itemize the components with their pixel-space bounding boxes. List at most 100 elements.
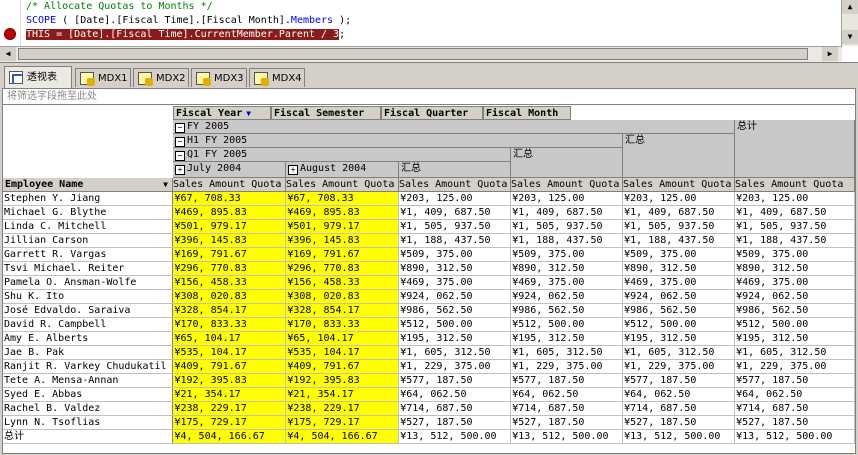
value-cell[interactable]: ¥13, 512, 500.00	[622, 429, 736, 444]
value-cell[interactable]: ¥986, 562.50	[398, 303, 512, 318]
value-cell[interactable]: ¥509, 375.00	[622, 247, 736, 262]
value-cell[interactable]: ¥714, 687.50	[734, 401, 855, 416]
value-cell[interactable]: ¥1, 505, 937.50	[622, 219, 736, 234]
employee-name-cell[interactable]: José Edvaldo. Saraiva	[3, 303, 174, 318]
value-cell[interactable]: ¥203, 125.00	[398, 192, 512, 206]
value-cell[interactable]: ¥512, 500.00	[622, 317, 736, 332]
horizontal-scroll-thumb[interactable]	[18, 48, 808, 60]
code-line[interactable]: /* Allocate Quotas to Months */	[26, 0, 806, 14]
tab-mdx1[interactable]: MDX1	[75, 68, 131, 87]
value-cell[interactable]: ¥409, 791.67	[285, 359, 400, 374]
employee-name-cell[interactable]: Amy E. Alberts	[3, 331, 174, 346]
filter-drop-zone[interactable]: 将筛选字段拖至此处	[3, 89, 855, 105]
value-cell[interactable]: ¥509, 375.00	[734, 247, 855, 262]
employee-name-cell[interactable]: Tsvi Michael. Reiter	[3, 261, 174, 276]
tab-mdx2[interactable]: MDX2	[133, 68, 189, 87]
value-cell[interactable]: ¥501, 979.17	[172, 219, 287, 234]
field-fiscal-year[interactable]: Fiscal Year ▼	[173, 106, 271, 120]
value-cell[interactable]: ¥924, 062.50	[398, 289, 512, 304]
value-cell[interactable]: ¥1, 505, 937.50	[398, 219, 512, 234]
field-employee-name[interactable]: Employee Name ▼	[3, 178, 173, 192]
value-cell[interactable]: ¥469, 375.00	[622, 275, 736, 290]
value-cell[interactable]: ¥469, 895.83	[172, 205, 287, 220]
value-cell[interactable]: ¥469, 375.00	[398, 275, 512, 290]
value-cell[interactable]: ¥192, 395.83	[285, 373, 400, 388]
collapse-icon[interactable]: −	[175, 123, 185, 133]
value-cell[interactable]: ¥527, 187.50	[622, 415, 736, 430]
value-cell[interactable]: ¥924, 062.50	[622, 289, 736, 304]
value-cell[interactable]: ¥175, 729.17	[285, 415, 400, 430]
value-cell[interactable]: ¥308, 020.83	[285, 289, 400, 304]
expand-icon[interactable]: +	[175, 165, 185, 175]
tab-mdx4[interactable]: MDX4	[249, 68, 305, 87]
measure-header[interactable]: Sales Amount Quota	[399, 178, 511, 192]
value-cell[interactable]: ¥64, 062.50	[510, 387, 624, 402]
value-cell[interactable]: ¥203, 125.00	[622, 192, 736, 206]
employee-name-cell[interactable]: Ranjit R. Varkey Chudukatil	[3, 359, 174, 374]
value-cell[interactable]: ¥156, 458.33	[285, 275, 400, 290]
value-cell[interactable]: ¥527, 187.50	[734, 415, 855, 430]
employee-name-cell[interactable]: Jillian Carson	[3, 233, 174, 248]
value-cell[interactable]: ¥195, 312.50	[622, 331, 736, 346]
value-cell[interactable]: ¥1, 188, 437.50	[734, 233, 855, 248]
value-cell[interactable]: ¥308, 020.83	[172, 289, 287, 304]
value-cell[interactable]: ¥890, 312.50	[622, 261, 736, 276]
filter-dropdown-icon[interactable]: ▼	[246, 109, 251, 118]
employee-name-cell[interactable]: Syed E. Abbas	[3, 387, 174, 402]
value-cell[interactable]: ¥170, 833.33	[172, 317, 287, 332]
value-cell[interactable]: ¥469, 895.83	[285, 205, 400, 220]
employee-name-cell[interactable]: Garrett R. Vargas	[3, 247, 174, 262]
value-cell[interactable]: ¥509, 375.00	[510, 247, 624, 262]
value-cell[interactable]: ¥64, 062.50	[734, 387, 855, 402]
value-cell[interactable]: ¥714, 687.50	[622, 401, 736, 416]
code-line[interactable]: THIS = [Date].[Fiscal Time].CurrentMembe…	[26, 28, 806, 42]
value-cell[interactable]: ¥469, 375.00	[510, 275, 624, 290]
value-cell[interactable]: ¥67, 708.33	[172, 192, 287, 206]
value-cell[interactable]: ¥577, 187.50	[510, 373, 624, 388]
value-cell[interactable]: ¥1, 505, 937.50	[734, 219, 855, 234]
value-cell[interactable]: ¥1, 188, 437.50	[510, 233, 624, 248]
value-cell[interactable]: ¥1, 229, 375.00	[398, 359, 512, 374]
code-line[interactable]: SCOPE ( [Date].[Fiscal Time].[Fiscal Mon…	[26, 14, 806, 28]
value-cell[interactable]: ¥195, 312.50	[398, 331, 512, 346]
value-cell[interactable]: ¥714, 687.50	[398, 401, 512, 416]
value-cell[interactable]: ¥170, 833.33	[285, 317, 400, 332]
value-cell[interactable]: ¥1, 605, 312.50	[510, 345, 624, 360]
value-cell[interactable]: ¥203, 125.00	[510, 192, 624, 206]
code-lines[interactable]: /* Allocate Quotas to Months */ SCOPE ( […	[26, 0, 806, 42]
value-cell[interactable]: ¥13, 512, 500.00	[398, 429, 512, 444]
value-cell[interactable]: ¥509, 375.00	[398, 247, 512, 262]
scroll-up-arrow-icon[interactable]: ▲	[842, 0, 858, 14]
value-cell[interactable]: ¥986, 562.50	[622, 303, 736, 318]
measure-header[interactable]: Sales Amount Quota	[511, 178, 623, 192]
value-cell[interactable]: ¥986, 562.50	[734, 303, 855, 318]
dropdown-icon[interactable]: ▼	[163, 178, 168, 191]
value-cell[interactable]: ¥577, 187.50	[622, 373, 736, 388]
employee-name-cell[interactable]: Rachel B. Valdez	[3, 401, 174, 416]
value-cell[interactable]: ¥890, 312.50	[734, 261, 855, 276]
employee-name-cell[interactable]: Tete A. Mensa-Annan	[3, 373, 174, 388]
measure-header[interactable]: Sales Amount Quota	[173, 178, 286, 192]
value-cell[interactable]: ¥1, 229, 375.00	[734, 359, 855, 374]
value-cell[interactable]: ¥65, 104.17	[285, 331, 400, 346]
value-cell[interactable]: ¥512, 500.00	[510, 317, 624, 332]
tab-mdx3[interactable]: MDX3	[191, 68, 247, 87]
value-cell[interactable]: ¥396, 145.83	[285, 233, 400, 248]
value-cell[interactable]: ¥1, 605, 312.50	[622, 345, 736, 360]
value-cell[interactable]: ¥1, 188, 437.50	[622, 233, 736, 248]
employee-name-cell[interactable]: 总计	[3, 429, 174, 444]
collapse-icon[interactable]: −	[175, 137, 185, 147]
value-cell[interactable]: ¥1, 409, 687.50	[398, 205, 512, 220]
editor-gutter[interactable]	[0, 0, 21, 46]
editor-horizontal-scrollbar[interactable]: ◀ ▶	[0, 46, 842, 62]
value-cell[interactable]: ¥1, 409, 687.50	[734, 205, 855, 220]
value-cell[interactable]: ¥169, 791.67	[285, 247, 400, 262]
value-cell[interactable]: ¥328, 854.17	[285, 303, 400, 318]
value-cell[interactable]: ¥924, 062.50	[510, 289, 624, 304]
header-quarter[interactable]: − Q1 FY 2005	[173, 148, 511, 162]
employee-name-cell[interactable]: Pamela O. Ansman-Wolfe	[3, 275, 174, 290]
value-cell[interactable]: ¥714, 687.50	[510, 401, 624, 416]
value-cell[interactable]: ¥469, 375.00	[734, 275, 855, 290]
value-cell[interactable]: ¥64, 062.50	[398, 387, 512, 402]
value-cell[interactable]: ¥535, 104.17	[285, 345, 400, 360]
